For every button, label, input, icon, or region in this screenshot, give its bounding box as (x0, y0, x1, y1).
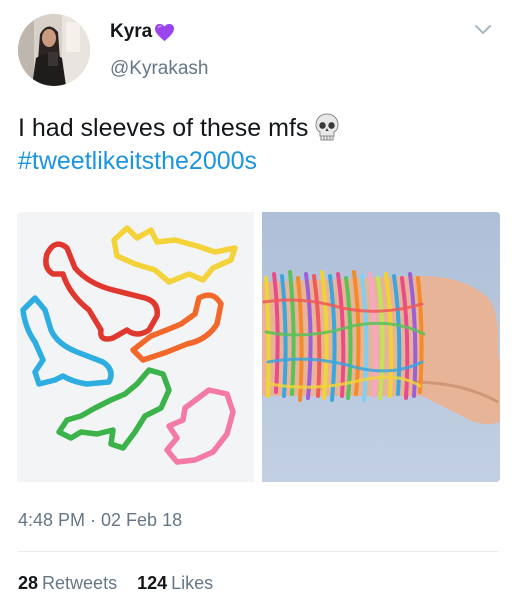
hashtag-link[interactable]: #tweetlikeitsthe2000s (18, 145, 498, 178)
retweets-count: 28 (18, 573, 39, 593)
tweet-header: Kyra @Kyrakash (0, 0, 517, 100)
silly-bandz-dinosaur-shapes-photo (17, 212, 254, 482)
chevron-down-icon[interactable] (474, 24, 492, 36)
tweet-body: I had sleeves of these mfs #tweetlikeits… (18, 112, 498, 178)
profile-photo (18, 14, 90, 86)
likes-count: 124 (137, 573, 168, 593)
purple-heart-icon (155, 23, 175, 41)
display-name[interactable]: Kyra (110, 21, 152, 43)
media-photo-1[interactable] (17, 212, 254, 482)
avatar[interactable] (18, 14, 90, 86)
retweets-stat[interactable]: 28 Retweets (18, 573, 117, 594)
likes-label: Likes (171, 573, 214, 593)
skull-icon (315, 113, 339, 141)
tweet-timestamp[interactable]: 4:48 PM · 02 Feb 18 (18, 510, 182, 531)
media-photo-2[interactable] (262, 212, 500, 482)
author-handle[interactable]: @Kyrakash (110, 58, 209, 80)
likes-stat[interactable]: 124 Likes (137, 573, 213, 594)
author-name-row[interactable]: Kyra (110, 21, 175, 43)
divider (18, 551, 498, 552)
tweet-stats: 28 Retweets 124 Likes (18, 573, 233, 594)
retweets-label: Retweets (42, 573, 118, 593)
silly-bandz-on-wrist-photo (262, 212, 500, 482)
tweet-text: I had sleeves of these mfs (18, 114, 309, 142)
media-gallery (17, 212, 500, 482)
tweet-text-line: I had sleeves of these mfs (18, 112, 498, 145)
